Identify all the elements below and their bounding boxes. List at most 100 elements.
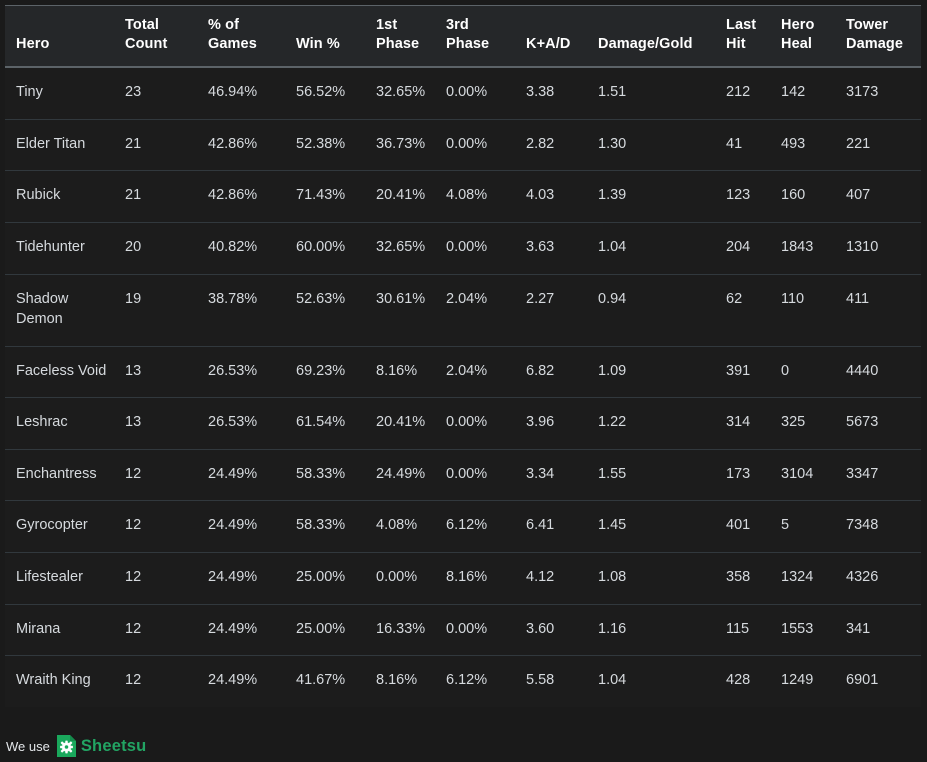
cell-phase_1: 32.65% xyxy=(365,222,435,275)
cell-tower_damage: 411 xyxy=(835,274,921,347)
cell-win_pct: 60.00% xyxy=(285,222,365,275)
cell-total_count: 12 xyxy=(114,500,197,554)
table-body: Tiny 23 46.94% 56.52% 32.65% 0.00% 3.38 1.51 212… xyxy=(5,67,921,707)
cell-damage_gold: 0.94 xyxy=(587,274,715,347)
cell-pct_games: 24.49% xyxy=(197,604,285,657)
column-header-tower-damage[interactable]: Tower Damage xyxy=(835,5,921,69)
table-row[interactable]: Lifestealer 12 24.49% 25.00% 0.00% 8.16% 4.12 1… xyxy=(5,552,921,605)
cell-kad: 4.12 xyxy=(515,552,587,605)
cell-hero: Gyrocopter xyxy=(5,500,114,554)
cell-pct_games: 42.86% xyxy=(197,170,285,223)
sheetsu-logo[interactable]: Sheetsu xyxy=(56,735,147,757)
cell-pct_games: 46.94% xyxy=(197,67,285,120)
cell-last_hit: 115 xyxy=(715,604,770,657)
cell-phase_1: 24.49% xyxy=(365,449,435,502)
cell-phase_1: 0.00% xyxy=(365,552,435,605)
table-row[interactable]: Leshrac 13 26.53% 61.54% 20.41% 0.00% 3.96 1.22… xyxy=(5,397,921,450)
cell-phase_3: 0.00% xyxy=(435,449,515,502)
cell-pct_games: 26.53% xyxy=(197,397,285,450)
cell-win_pct: 71.43% xyxy=(285,170,365,223)
cell-total_count: 12 xyxy=(114,449,197,502)
cell-kad: 5.58 xyxy=(515,655,587,707)
column-header-kad[interactable]: K+A/D xyxy=(515,5,587,69)
cell-hero_heal: 1249 xyxy=(770,655,835,707)
cell-phase_3: 2.04% xyxy=(435,274,515,347)
cell-last_hit: 358 xyxy=(715,552,770,605)
cell-hero: Wraith King xyxy=(5,655,114,707)
cell-win_pct: 41.67% xyxy=(285,655,365,707)
cell-hero_heal: 1843 xyxy=(770,222,835,275)
cell-damage_gold: 1.45 xyxy=(587,500,715,554)
stats-page: Hero Total Count % of Games Win % 1st Ph… xyxy=(0,0,927,762)
cell-hero: Tiny xyxy=(5,67,114,120)
footer: We use Sheetsu xyxy=(6,735,146,757)
cell-damage_gold: 1.04 xyxy=(587,655,715,707)
table-row[interactable]: Tiny 23 46.94% 56.52% 32.65% 0.00% 3.38 1.51 212… xyxy=(5,67,921,120)
column-header-hero-heal[interactable]: Hero Heal xyxy=(770,5,835,69)
column-header-pct-games[interactable]: % of Games xyxy=(197,5,285,69)
table-row[interactable]: Rubick 21 42.86% 71.43% 20.41% 4.08% 4.03 1.39 1… xyxy=(5,170,921,223)
cell-last_hit: 204 xyxy=(715,222,770,275)
cell-kad: 2.27 xyxy=(515,274,587,347)
cell-hero_heal: 1553 xyxy=(770,604,835,657)
table-row[interactable]: Gyrocopter 12 24.49% 58.33% 4.08% 6.12% 6.41 1.… xyxy=(5,500,921,554)
cell-phase_3: 4.08% xyxy=(435,170,515,223)
column-header-1st-phase[interactable]: 1st Phase xyxy=(365,5,435,69)
table-row[interactable]: Wraith King 12 24.49% 41.67% 8.16% 6.12% 5.58 1… xyxy=(5,655,921,707)
cell-hero_heal: 5 xyxy=(770,500,835,554)
cell-hero: Faceless Void xyxy=(5,346,114,399)
cell-last_hit: 62 xyxy=(715,274,770,347)
cell-win_pct: 52.38% xyxy=(285,119,365,172)
cell-pct_games: 38.78% xyxy=(197,274,285,347)
cell-hero: Leshrac xyxy=(5,397,114,450)
cell-last_hit: 428 xyxy=(715,655,770,707)
cell-last_hit: 314 xyxy=(715,397,770,450)
cell-win_pct: 58.33% xyxy=(285,449,365,502)
table-row[interactable]: Faceless Void 13 26.53% 69.23% 8.16% 2.04% 6.8… xyxy=(5,346,921,399)
column-header-win-pct[interactable]: Win % xyxy=(285,5,365,69)
cell-pct_games: 26.53% xyxy=(197,346,285,399)
cell-phase_1: 8.16% xyxy=(365,346,435,399)
cell-total_count: 23 xyxy=(114,67,197,120)
cell-phase_3: 0.00% xyxy=(435,604,515,657)
cell-damage_gold: 1.39 xyxy=(587,170,715,223)
cell-win_pct: 61.54% xyxy=(285,397,365,450)
cell-kad: 3.60 xyxy=(515,604,587,657)
cell-pct_games: 24.49% xyxy=(197,552,285,605)
table-row[interactable]: Tidehunter 20 40.82% 60.00% 32.65% 0.00% 3.63 1… xyxy=(5,222,921,275)
cell-win_pct: 69.23% xyxy=(285,346,365,399)
table-row[interactable]: Enchantress 12 24.49% 58.33% 24.49% 0.00% 3.34… xyxy=(5,449,921,502)
cell-phase_1: 20.41% xyxy=(365,397,435,450)
cell-hero: Elder Titan xyxy=(5,119,114,172)
sheetsu-sheet-gear-icon xyxy=(56,735,76,757)
cell-hero: Mirana xyxy=(5,604,114,657)
cell-damage_gold: 1.04 xyxy=(587,222,715,275)
cell-phase_1: 20.41% xyxy=(365,170,435,223)
table-row[interactable]: Mirana 12 24.49% 25.00% 16.33% 0.00% 3.60 1.16 1… xyxy=(5,604,921,657)
cell-total_count: 13 xyxy=(114,397,197,450)
column-header-total-count[interactable]: Total Count xyxy=(114,5,197,69)
cell-tower_damage: 1310 xyxy=(835,222,921,275)
column-header-last-hit[interactable]: Last Hit xyxy=(715,5,770,69)
cell-hero_heal: 325 xyxy=(770,397,835,450)
column-header-3rd-phase[interactable]: 3rd Phase xyxy=(435,5,515,69)
cell-tower_damage: 3347 xyxy=(835,449,921,502)
cell-hero_heal: 493 xyxy=(770,119,835,172)
cell-hero_heal: 1324 xyxy=(770,552,835,605)
table-row[interactable]: Shadow Demon 19 38.78% 52.63% 30.61% 2.04% 2.2… xyxy=(5,274,921,347)
cell-kad: 3.96 xyxy=(515,397,587,450)
cell-phase_1: 30.61% xyxy=(365,274,435,347)
cell-last_hit: 41 xyxy=(715,119,770,172)
hero-stats-table-container: Hero Total Count % of Games Win % 1st Ph… xyxy=(5,5,921,707)
column-header-hero[interactable]: Hero xyxy=(5,5,114,69)
cell-total_count: 21 xyxy=(114,119,197,172)
cell-pct_games: 42.86% xyxy=(197,119,285,172)
table-row[interactable]: Elder Titan 21 42.86% 52.38% 36.73% 0.00% 2.82… xyxy=(5,119,921,172)
cell-phase_3: 8.16% xyxy=(435,552,515,605)
cell-tower_damage: 4440 xyxy=(835,346,921,399)
table-header: Hero Total Count % of Games Win % 1st Ph… xyxy=(5,5,921,69)
cell-phase_3: 0.00% xyxy=(435,397,515,450)
column-header-damage-gold[interactable]: Damage/Gold xyxy=(587,5,715,69)
cell-pct_games: 40.82% xyxy=(197,222,285,275)
cell-total_count: 20 xyxy=(114,222,197,275)
